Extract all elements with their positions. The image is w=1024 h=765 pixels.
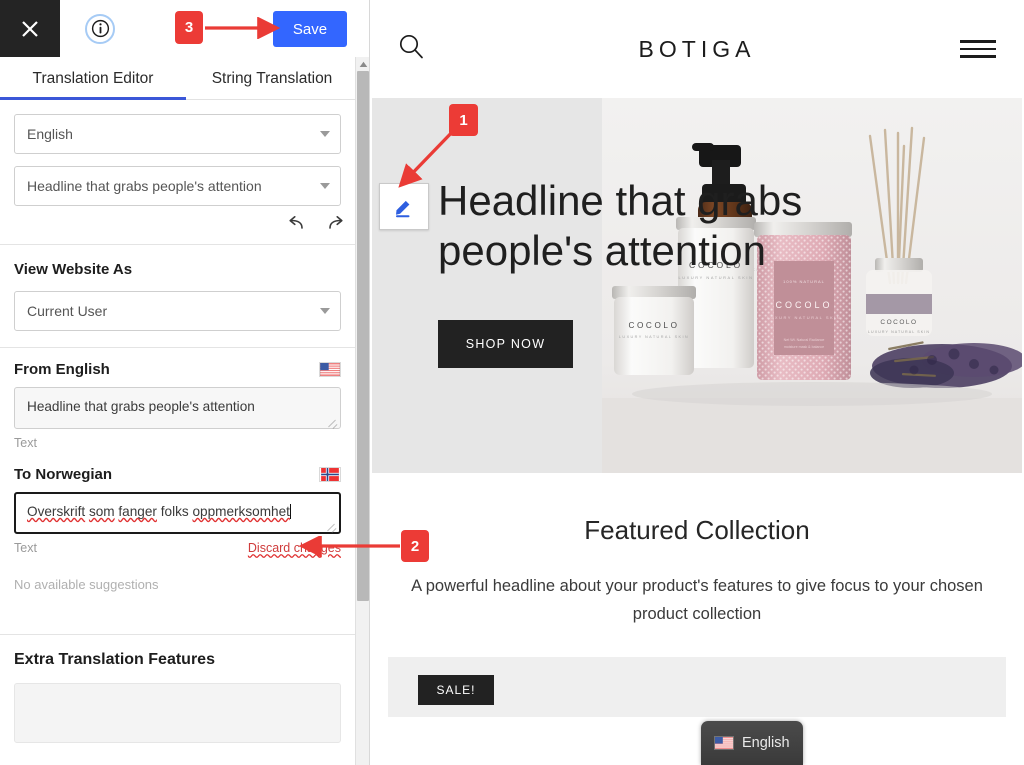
featured-title: Featured Collection: [584, 515, 810, 545]
featured-subtitle: A powerful headline about your product's…: [411, 577, 983, 624]
sale-badge: SALE!: [418, 674, 494, 705]
sidebar-scrollbar[interactable]: [355, 57, 369, 765]
svg-text:LUXURY NATURAL SKIN: LUXURY NATURAL SKIN: [767, 315, 841, 320]
scrollbar-thumb[interactable]: [357, 71, 369, 601]
selectors-section: English Headline that grabs people's att…: [0, 100, 369, 206]
product-grid-strip: SALE!: [388, 656, 1006, 717]
undo-arrow-icon[interactable]: [285, 212, 307, 234]
extra-features-label: Extra Translation Features: [14, 651, 215, 668]
svg-text:Net Wt. Natural Radiance: Net Wt. Natural Radiance: [784, 338, 825, 342]
sidebar-scroll-area: English Headline that grabs people's att…: [0, 100, 369, 765]
info-circle-icon[interactable]: [85, 13, 115, 44]
history-controls: [0, 206, 369, 244]
hamburger-menu-icon[interactable]: [960, 40, 996, 58]
translation-text-value: Overskrift som fanger folks oppmerksomhe…: [27, 504, 290, 519]
translation-editor-sidebar: Save Translation Editor String Translati…: [0, 0, 370, 765]
annotation-badge-1: 1: [449, 104, 478, 136]
language-switcher-widget[interactable]: English: [701, 721, 803, 765]
from-english-section: From English Headline that grabs people'…: [0, 348, 369, 450]
hero-product-image: COCOLO LUXURY NATURAL SKIN COCOLO LUXURY…: [602, 98, 1022, 473]
close-icon[interactable]: [0, 0, 60, 57]
us-flag-icon: [319, 362, 341, 377]
chevron-down-icon: [320, 183, 330, 189]
view-website-as-section: View Website As Current User: [0, 245, 369, 347]
shop-now-button[interactable]: SHOP NOW: [438, 320, 573, 368]
source-text-field[interactable]: Headline that grabs people's attention: [14, 387, 341, 429]
source-text-hint: Text: [14, 436, 37, 450]
svg-text:LUXURY NATURAL SKIN: LUXURY NATURAL SKIN: [868, 330, 930, 334]
suggestions-message: No available suggestions: [14, 577, 159, 592]
target-language-label: To Norwegian: [14, 466, 113, 483]
redo-arrow-icon[interactable]: [325, 212, 347, 234]
norway-flag-icon: [319, 467, 341, 482]
view-website-as-select[interactable]: Current User: [14, 291, 341, 331]
language-select-value: English: [27, 126, 73, 142]
view-website-as-label: View Website As: [14, 261, 133, 278]
us-flag-icon: [714, 736, 734, 750]
svg-text:LUXURY NATURAL SKIN: LUXURY NATURAL SKIN: [619, 335, 689, 339]
hero-headline: Headline that grabs people's attention: [438, 177, 803, 274]
featured-collection-section: Featured Collection A powerful headline …: [370, 473, 1024, 717]
svg-text:LUXURY NATURAL SKIN: LUXURY NATURAL SKIN: [678, 275, 753, 280]
string-select-value: Headline that grabs people's attention: [27, 178, 262, 194]
svg-text:moisture mask & balance: moisture mask & balance: [784, 345, 824, 349]
site-header: BOTIGA: [370, 0, 1024, 98]
svg-text:100% NATURAL: 100% NATURAL: [783, 279, 825, 284]
view-website-as-value: Current User: [27, 303, 108, 319]
svg-text:COCOLO: COCOLO: [880, 319, 917, 326]
string-select[interactable]: Headline that grabs people's attention: [14, 166, 341, 206]
svg-text:COCOLO: COCOLO: [628, 321, 679, 330]
annotation-arrow-3: [205, 17, 281, 39]
text-caret: [289, 504, 291, 519]
source-text-value: Headline that grabs people's attention: [27, 399, 255, 414]
annotation-arrow-2: [298, 536, 400, 558]
translation-text-field[interactable]: Overskrift som fanger folks oppmerksomhe…: [14, 492, 341, 534]
language-select[interactable]: English: [14, 114, 341, 154]
sidebar-tabs: Translation Editor String Translation: [0, 57, 369, 100]
chevron-down-icon: [320, 131, 330, 137]
extra-features-section: Extra Translation Features: [0, 635, 369, 743]
from-language-label: From English: [14, 361, 110, 378]
site-logo: BOTIGA: [638, 35, 756, 62]
annotation-badge-3: 3: [175, 11, 203, 44]
tab-string-translation[interactable]: String Translation: [186, 57, 358, 100]
resize-grip-icon[interactable]: [325, 519, 337, 531]
annotation-badge-2: 2: [401, 530, 429, 562]
language-switcher-label: English: [742, 735, 790, 751]
scroll-up-arrow-icon[interactable]: [356, 57, 370, 71]
extra-features-panel[interactable]: [14, 683, 341, 743]
translation-text-hint: Text: [14, 541, 37, 555]
tab-translation-editor[interactable]: Translation Editor: [0, 57, 186, 100]
chevron-down-icon: [320, 308, 330, 314]
sidebar-content: English Headline that grabs people's att…: [0, 100, 369, 743]
app-root: Save Translation Editor String Translati…: [0, 0, 1024, 765]
svg-text:COCOLO: COCOLO: [775, 300, 832, 310]
search-icon[interactable]: [398, 33, 425, 65]
resize-grip-icon[interactable]: [326, 415, 338, 427]
